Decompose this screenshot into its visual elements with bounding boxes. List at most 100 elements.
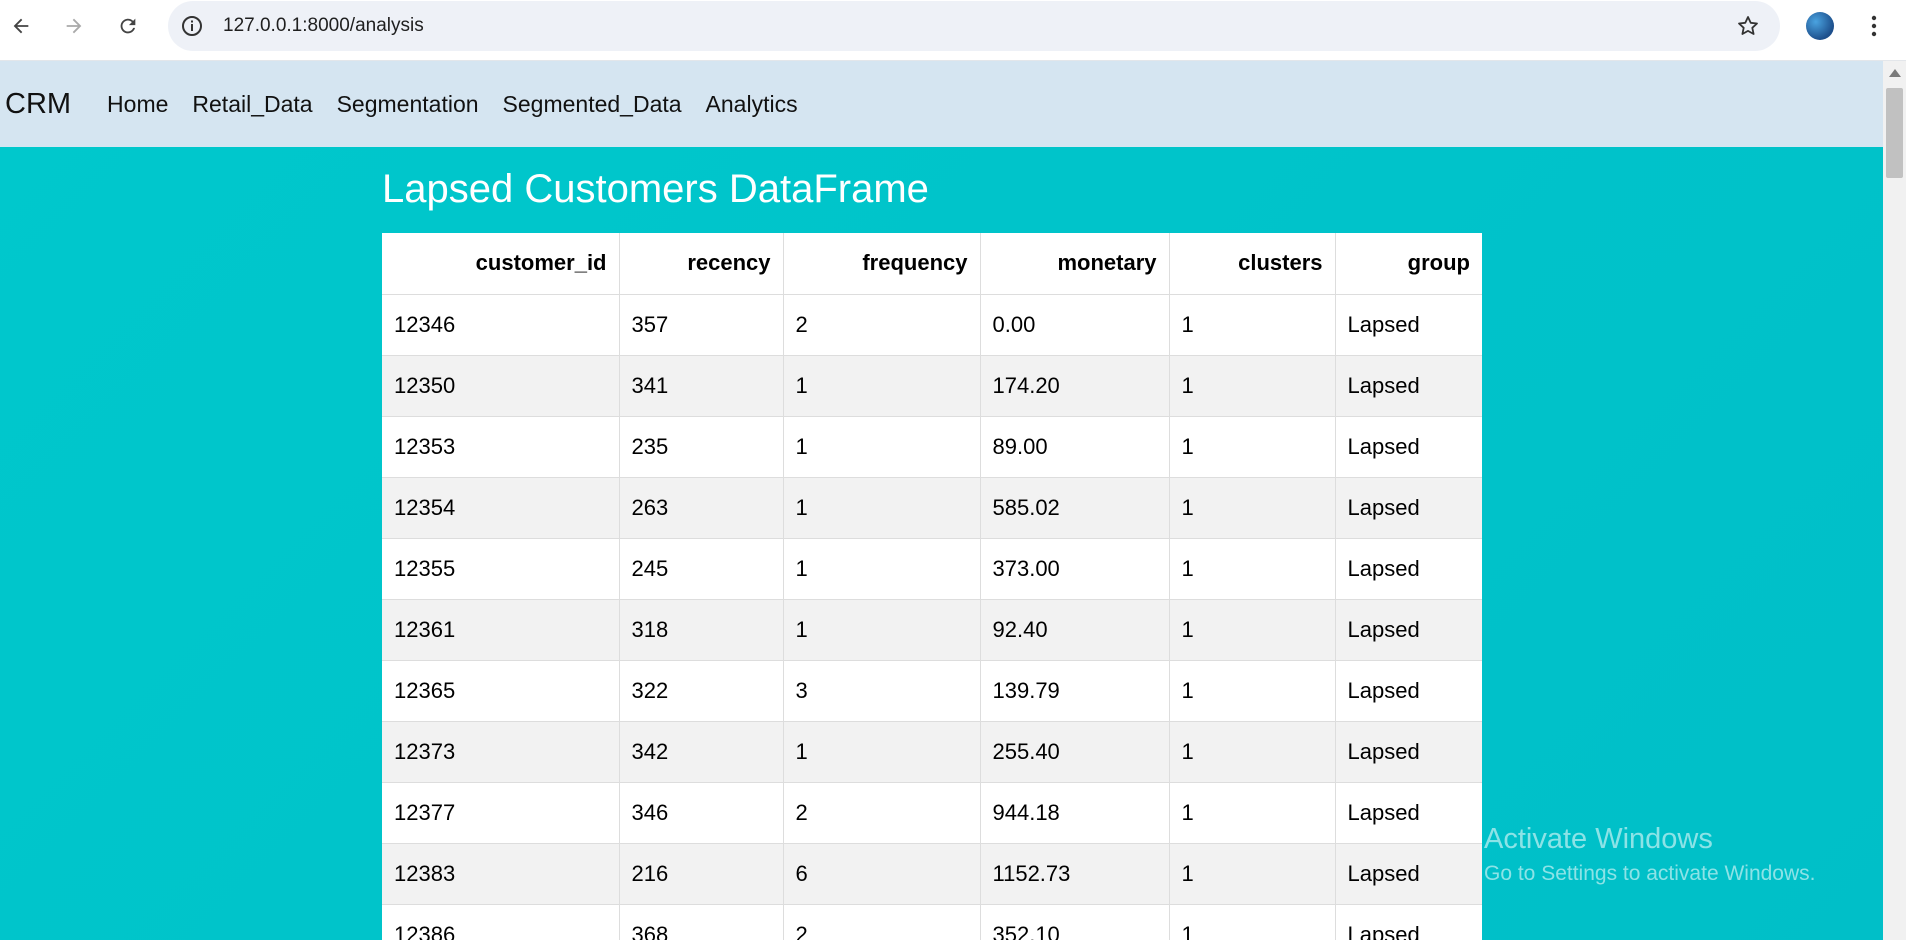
- table-cell-clusters: 1: [1169, 293, 1336, 355]
- scroll-up-arrow-icon[interactable]: [1889, 69, 1901, 77]
- table-cell-monetary: 585.02: [980, 476, 1170, 538]
- table-cell-group: Lapsed: [1335, 415, 1482, 477]
- column-header: customer_id: [382, 233, 620, 294]
- table-cell-clusters: 1: [1169, 354, 1336, 416]
- nav-link-analytics[interactable]: Analytics: [706, 91, 798, 118]
- address-bar[interactable]: 127.0.0.1:8000/analysis: [168, 1, 1780, 51]
- table-cell-clusters: 1: [1169, 903, 1336, 940]
- back-button[interactable]: [6, 11, 36, 41]
- table-cell-customer-id: 12383: [382, 842, 620, 904]
- kebab-menu-icon[interactable]: [1862, 11, 1886, 41]
- table-cell-frequency: 1: [783, 476, 981, 538]
- table-cell-group: Lapsed: [1335, 781, 1482, 843]
- table-cell-frequency: 2: [783, 293, 981, 355]
- table-cell-recency: 235: [619, 415, 784, 477]
- table-cell-monetary: 255.40: [980, 720, 1170, 782]
- table-cell-group: Lapsed: [1335, 720, 1482, 782]
- table-cell-group: Lapsed: [1335, 598, 1482, 660]
- table-cell-customer-id: 12354: [382, 476, 620, 538]
- forward-icon: [66, 18, 82, 34]
- column-header: group: [1335, 233, 1482, 294]
- table-cell-monetary: 174.20: [980, 354, 1170, 416]
- table-cell-recency: 263: [619, 476, 784, 538]
- table-cell-monetary: 352.10: [980, 903, 1170, 940]
- reload-button[interactable]: [113, 11, 143, 41]
- scrollbar-thumb[interactable]: [1886, 88, 1903, 178]
- table-cell-group: Lapsed: [1335, 476, 1482, 538]
- table-row: 12361 318 1 92.40 1 Lapsed: [382, 598, 1482, 660]
- table-cell-monetary: 1152.73: [980, 842, 1170, 904]
- table-cell-frequency: 1: [783, 720, 981, 782]
- table-cell-frequency: 3: [783, 659, 981, 721]
- table-cell-recency: 357: [619, 293, 784, 355]
- browser-toolbar: 127.0.0.1:8000/analysis: [0, 0, 1906, 61]
- table-row: 12386 368 2 352.10 1 Lapsed: [382, 903, 1482, 940]
- url-text[interactable]: 127.0.0.1:8000/analysis: [223, 1, 424, 51]
- windows-activation-watermark: Activate Windows Go to Settings to activ…: [1484, 823, 1816, 886]
- table-cell-customer-id: 12350: [382, 354, 620, 416]
- page-title: Lapsed Customers DataFrame: [382, 167, 929, 211]
- table-cell-clusters: 1: [1169, 415, 1336, 477]
- table-cell-frequency: 1: [783, 598, 981, 660]
- table-cell-group: Lapsed: [1335, 354, 1482, 416]
- table-cell-customer-id: 12373: [382, 720, 620, 782]
- table-cell-clusters: 1: [1169, 781, 1336, 843]
- table-cell-recency: 318: [619, 598, 784, 660]
- back-icon: [13, 18, 29, 34]
- lapsed-customers-table: customer_id recency frequency monetary c…: [382, 233, 1482, 940]
- table-cell-group: Lapsed: [1335, 659, 1482, 721]
- table-cell-frequency: 6: [783, 842, 981, 904]
- table-cell-customer-id: 12386: [382, 903, 620, 940]
- star-icon[interactable]: [1736, 14, 1760, 38]
- watermark-title: Activate Windows: [1484, 823, 1713, 855]
- table-cell-recency: 342: [619, 720, 784, 782]
- page-viewport: CRM Home Retail_Data Segmentation Segmen…: [0, 61, 1883, 940]
- table-cell-customer-id: 12365: [382, 659, 620, 721]
- table-cell-customer-id: 12377: [382, 781, 620, 843]
- table-cell-frequency: 1: [783, 354, 981, 416]
- table-row: 12346 357 2 0.00 1 Lapsed: [382, 293, 1482, 355]
- table-cell-monetary: 139.79: [980, 659, 1170, 721]
- table-cell-frequency: 2: [783, 781, 981, 843]
- table-cell-frequency: 2: [783, 903, 981, 940]
- info-icon[interactable]: [180, 14, 204, 38]
- profile-avatar[interactable]: [1806, 12, 1834, 40]
- column-header: recency: [619, 233, 784, 294]
- table-cell-recency: 322: [619, 659, 784, 721]
- nav-link-home[interactable]: Home: [107, 91, 168, 118]
- table-cell-monetary: 92.40: [980, 598, 1170, 660]
- table-cell-monetary: 373.00: [980, 537, 1170, 599]
- table-cell-recency: 346: [619, 781, 784, 843]
- table-cell-clusters: 1: [1169, 598, 1336, 660]
- table-row: 12365 322 3 139.79 1 Lapsed: [382, 659, 1482, 721]
- table-cell-monetary: 0.00: [980, 293, 1170, 355]
- table-row: 12373 342 1 255.40 1 Lapsed: [382, 720, 1482, 782]
- table-cell-frequency: 1: [783, 537, 981, 599]
- table-cell-recency: 341: [619, 354, 784, 416]
- brand-logo[interactable]: CRM: [5, 88, 71, 121]
- table-cell-monetary: 944.18: [980, 781, 1170, 843]
- table-cell-clusters: 1: [1169, 476, 1336, 538]
- table-cell-group: Lapsed: [1335, 537, 1482, 599]
- nav-link-retail-data[interactable]: Retail_Data: [192, 91, 312, 118]
- table-cell-clusters: 1: [1169, 842, 1336, 904]
- table-header-row: customer_id recency frequency monetary c…: [382, 233, 1482, 294]
- table-cell-customer-id: 12346: [382, 293, 620, 355]
- nav-link-segmentation[interactable]: Segmentation: [337, 91, 479, 118]
- table-body: 12346 357 2 0.00 1 Lapsed 12350 341 1 174.20 1 Laps…: [382, 293, 1482, 940]
- table-cell-recency: 368: [619, 903, 784, 940]
- table-cell-clusters: 1: [1169, 537, 1336, 599]
- vertical-scrollbar[interactable]: [1883, 61, 1906, 940]
- table-cell-customer-id: 12361: [382, 598, 620, 660]
- table-cell-clusters: 1: [1169, 659, 1336, 721]
- table-cell-frequency: 1: [783, 415, 981, 477]
- table-row: 12355 245 1 373.00 1 Lapsed: [382, 537, 1482, 599]
- table-cell-customer-id: 12355: [382, 537, 620, 599]
- table-cell-recency: 245: [619, 537, 784, 599]
- table-row: 12353 235 1 89.00 1 Lapsed: [382, 415, 1482, 477]
- table-cell-clusters: 1: [1169, 720, 1336, 782]
- nav-link-segmented-data[interactable]: Segmented_Data: [503, 91, 682, 118]
- watermark-subtitle: Go to Settings to activate Windows.: [1484, 862, 1816, 885]
- forward-button[interactable]: [59, 11, 89, 41]
- table-cell-group: Lapsed: [1335, 842, 1482, 904]
